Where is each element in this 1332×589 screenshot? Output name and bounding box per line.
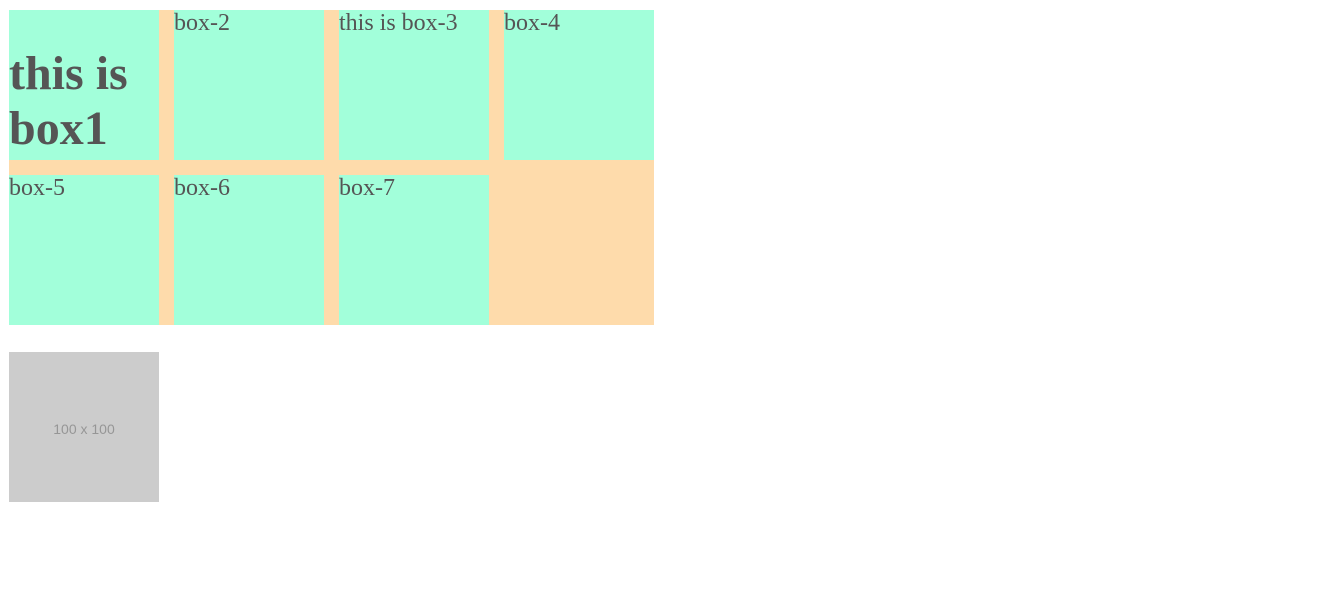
box-2: box-2 xyxy=(174,10,324,160)
box-3: this is box-3 xyxy=(339,10,489,160)
box-7: box-7 xyxy=(339,175,489,325)
box-1-heading: this is box1 xyxy=(9,47,128,155)
box-4: box-4 xyxy=(504,10,654,160)
box-5: box-5 xyxy=(9,175,159,325)
box-2-label: box-2 xyxy=(174,10,230,36)
box-1: this is box1 xyxy=(9,10,159,160)
placeholder-image: 100 x 100 xyxy=(9,352,159,502)
box-3-label: this is box-3 xyxy=(339,10,458,36)
box-7-label: box-7 xyxy=(339,175,395,201)
placeholder-image-label: 100 x 100 xyxy=(53,421,115,437)
box-5-label: box-5 xyxy=(9,175,65,201)
box-6: box-6 xyxy=(174,175,324,325)
box-4-label: box-4 xyxy=(504,10,560,36)
grid-container: this is box1 box-2 this is box-3 box-4 b… xyxy=(9,10,654,325)
box-6-label: box-6 xyxy=(174,175,230,201)
